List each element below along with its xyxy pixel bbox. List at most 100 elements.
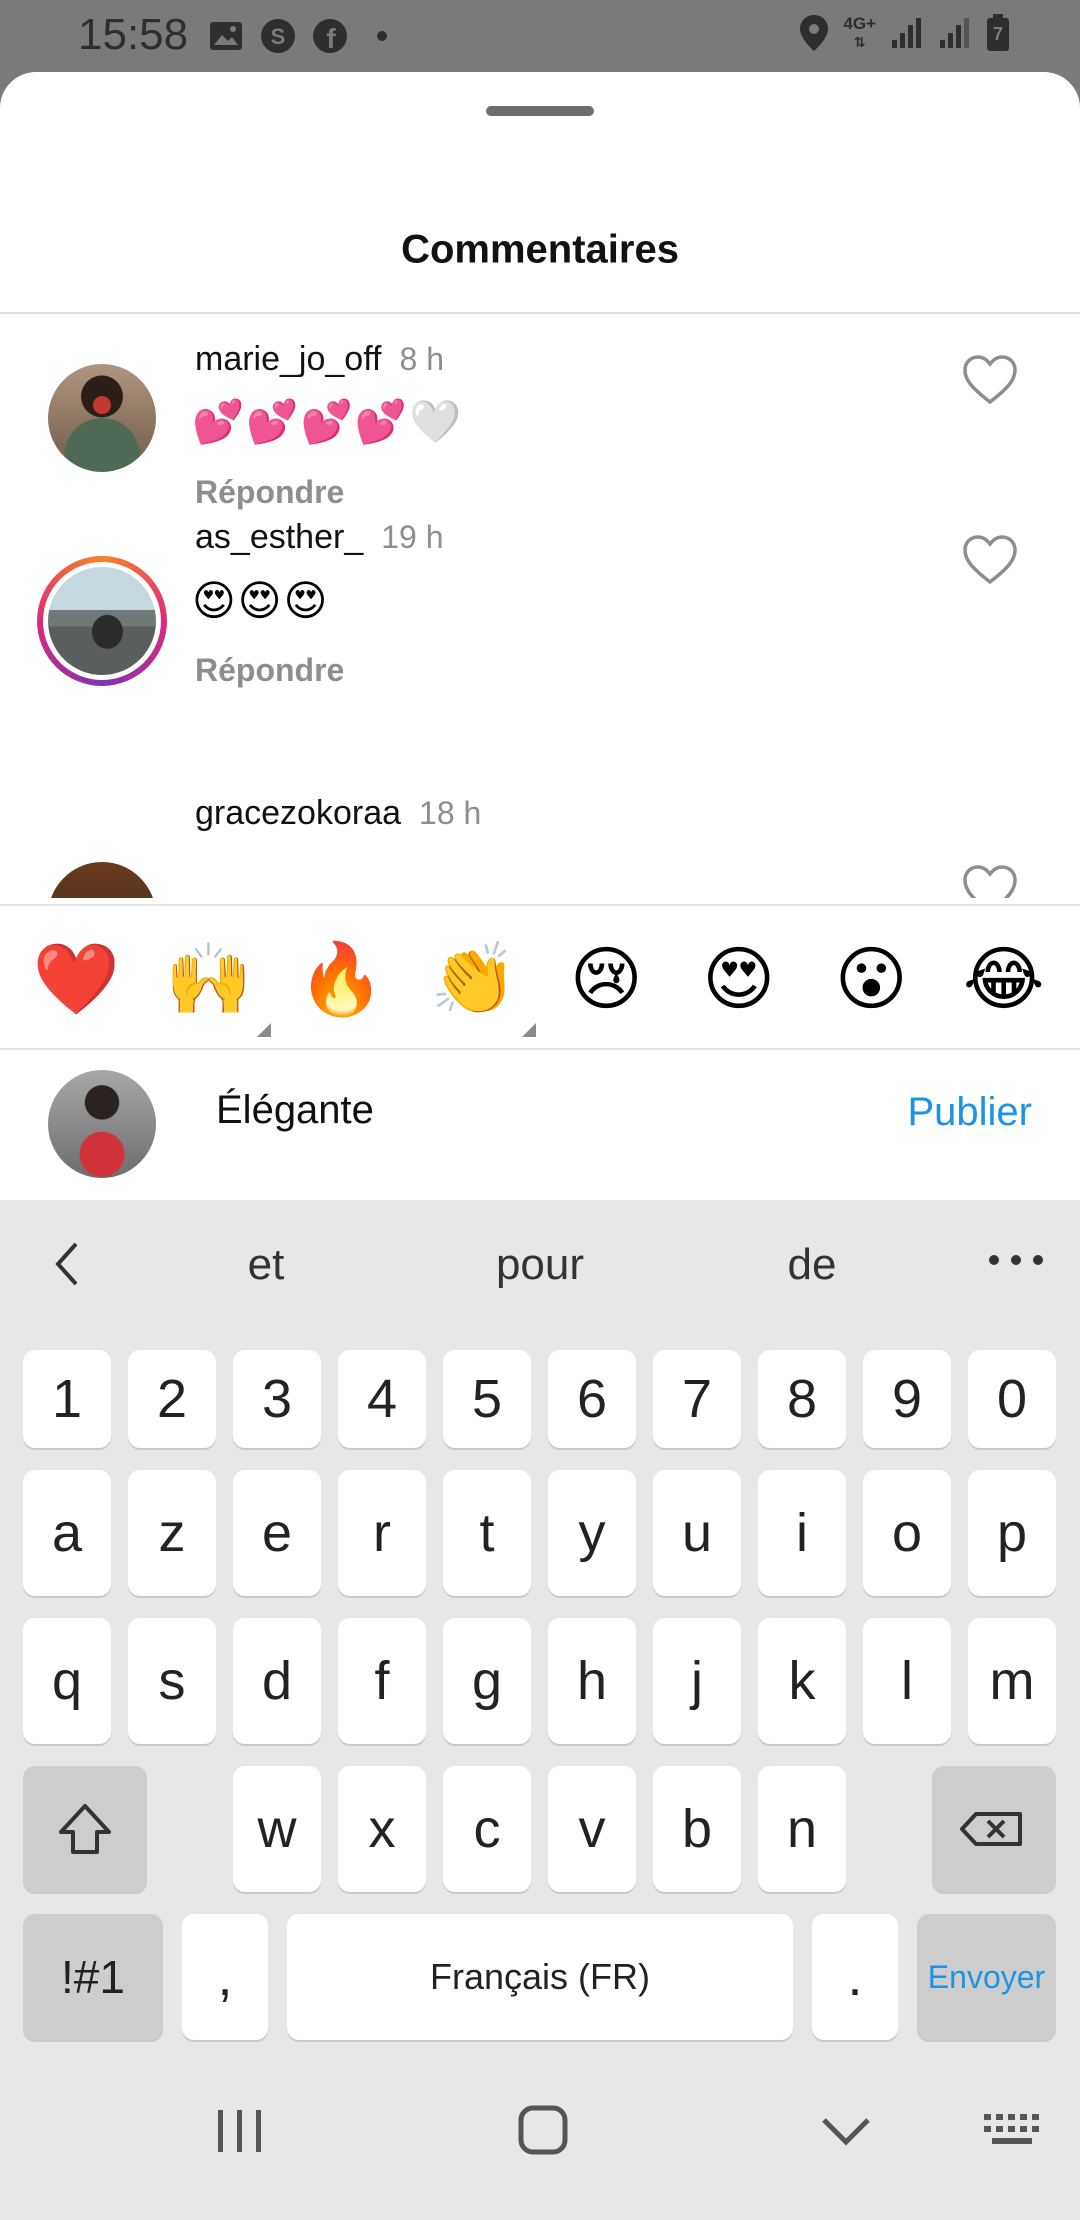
comment-text: 😍😍😍 <box>192 577 330 624</box>
key-z[interactable]: z <box>128 1470 216 1596</box>
signal-icon-2 <box>940 18 969 48</box>
key-7[interactable]: 7 <box>653 1350 741 1448</box>
battery-icon: 7 <box>986 14 1010 52</box>
comment-item: marie_jo_off 8 h 💕💕💕💕🤍 Répondre <box>0 314 1080 564</box>
comma-key[interactable]: , <box>182 1914 268 2040</box>
key-8[interactable]: 8 <box>758 1350 846 1448</box>
comment-username[interactable]: gracezokoraa 18 h <box>195 794 481 833</box>
key-r[interactable]: r <box>338 1470 426 1596</box>
key-y[interactable]: y <box>548 1470 636 1596</box>
home-icon[interactable] <box>503 2096 583 2166</box>
reaction-raised-hands[interactable]: 🙌 <box>161 931 271 1037</box>
system-navigation-bar <box>0 2056 1080 2220</box>
status-bar: 15:58 S f 4G+ ⇅ 7 <box>0 0 1080 72</box>
shift-key[interactable] <box>23 1766 147 1892</box>
key-n[interactable]: n <box>758 1766 846 1892</box>
avatar-story-ring[interactable] <box>37 556 167 686</box>
key-1[interactable]: 1 <box>23 1350 111 1448</box>
key-6[interactable]: 6 <box>548 1350 636 1448</box>
key-x[interactable]: x <box>338 1766 426 1892</box>
suggestion-2[interactable]: pour <box>496 1240 584 1290</box>
key-q[interactable]: q <box>23 1618 111 1744</box>
reaction-surprised[interactable]: 😮 <box>823 931 919 1027</box>
heart-icon[interactable] <box>962 864 1018 898</box>
reaction-laughing[interactable]: 😂 <box>956 931 1052 1027</box>
key-b[interactable]: b <box>653 1766 741 1892</box>
chevron-down-icon[interactable] <box>806 2096 886 2166</box>
key-s[interactable]: s <box>128 1618 216 1744</box>
reaction-fire[interactable]: 🔥 <box>293 931 389 1027</box>
comments-sheet: Commentaires marie_jo_off 8 h 💕💕💕💕🤍 Répon… <box>0 72 1080 1200</box>
key-w[interactable]: w <box>233 1766 321 1892</box>
comment-username[interactable]: as_esther_ 19 h <box>195 518 444 557</box>
status-system-icons: 4G+ ⇅ 7 <box>799 14 1010 52</box>
drag-handle[interactable] <box>486 106 594 116</box>
key-m[interactable]: m <box>968 1618 1056 1744</box>
key-i[interactable]: i <box>758 1470 846 1596</box>
svg-text:f: f <box>326 23 336 54</box>
key-u[interactable]: u <box>653 1470 741 1596</box>
battery-level: 7 <box>992 24 1003 44</box>
network-type: 4G+ ⇅ <box>843 14 876 51</box>
heart-icon[interactable] <box>962 534 1018 586</box>
key-d[interactable]: d <box>233 1618 321 1744</box>
key-3[interactable]: 3 <box>233 1350 321 1448</box>
key-k[interactable]: k <box>758 1618 846 1744</box>
skin-tone-indicator <box>521 1023 536 1037</box>
recent-apps-icon[interactable] <box>200 2096 280 2166</box>
comment-input[interactable]: Élégante <box>216 1088 374 1133</box>
avatar[interactable] <box>48 364 156 472</box>
status-time: 15:58 <box>78 10 189 59</box>
key-l[interactable]: l <box>863 1618 951 1744</box>
suggestion-1[interactable]: et <box>248 1240 285 1290</box>
comment-composer: Élégante Publier <box>0 1050 1080 1200</box>
symbols-key[interactable]: !#1 <box>23 1914 163 2040</box>
skin-tone-indicator <box>256 1023 271 1037</box>
svg-text:S: S <box>271 24 286 49</box>
reply-button[interactable]: Répondre <box>195 474 344 511</box>
key-4[interactable]: 4 <box>338 1350 426 1448</box>
period-key[interactable]: . <box>812 1914 898 2040</box>
reaction-crying[interactable]: 😢 <box>558 931 654 1027</box>
sheet-title: Commentaires <box>401 227 679 272</box>
shift-icon <box>59 1804 111 1854</box>
suggestion-3[interactable]: de <box>788 1240 837 1290</box>
comment-time: 19 h <box>381 519 444 555</box>
image-icon <box>208 18 244 54</box>
heart-icon[interactable] <box>962 354 1018 406</box>
reaction-heart-eyes[interactable]: 😍 <box>691 931 787 1027</box>
keyboard-switch-icon[interactable] <box>974 2096 1054 2166</box>
key-o[interactable]: o <box>863 1470 951 1596</box>
reaction-heart[interactable]: ❤️ <box>28 931 124 1027</box>
key-a[interactable]: a <box>23 1470 111 1596</box>
key-h[interactable]: h <box>548 1618 636 1744</box>
key-9[interactable]: 9 <box>863 1350 951 1448</box>
chevron-left-icon[interactable] <box>48 1236 88 1292</box>
reaction-clap[interactable]: 👏 <box>426 931 536 1037</box>
key-2[interactable]: 2 <box>128 1350 216 1448</box>
avatar[interactable] <box>48 862 156 898</box>
s-app-icon: S <box>260 18 296 54</box>
key-5[interactable]: 5 <box>443 1350 531 1448</box>
publish-button[interactable]: Publier <box>907 1090 1032 1135</box>
key-t[interactable]: t <box>443 1470 531 1596</box>
avatar <box>48 567 156 675</box>
key-g[interactable]: g <box>443 1618 531 1744</box>
more-icon[interactable] <box>988 1254 1044 1266</box>
key-c[interactable]: c <box>443 1766 531 1892</box>
reply-button[interactable]: Répondre <box>195 652 344 689</box>
status-notification-icons: S f <box>208 18 400 54</box>
send-key[interactable]: Envoyer <box>917 1914 1056 2040</box>
space-key[interactable]: Français (FR) <box>287 1914 793 2040</box>
location-icon <box>800 15 829 51</box>
comment-time: 8 h <box>399 341 444 377</box>
key-0[interactable]: 0 <box>968 1350 1056 1448</box>
backspace-icon <box>960 1812 1022 1846</box>
backspace-key[interactable] <box>932 1766 1056 1892</box>
key-j[interactable]: j <box>653 1618 741 1744</box>
key-e[interactable]: e <box>233 1470 321 1596</box>
comment-username[interactable]: marie_jo_off 8 h <box>195 340 444 379</box>
key-p[interactable]: p <box>968 1470 1056 1596</box>
key-f[interactable]: f <box>338 1618 426 1744</box>
key-v[interactable]: v <box>548 1766 636 1892</box>
